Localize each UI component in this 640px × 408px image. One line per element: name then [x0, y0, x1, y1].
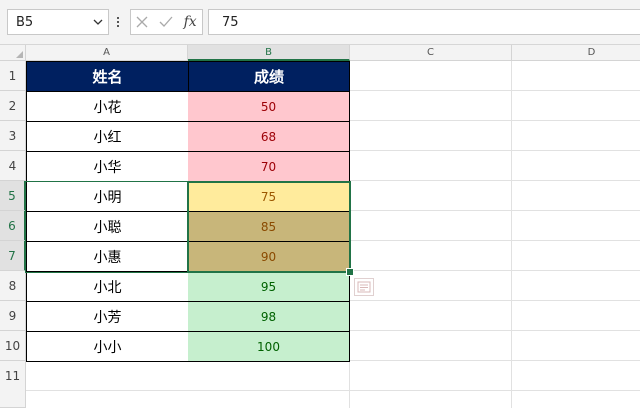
more-options-icon[interactable] — [113, 12, 123, 32]
name-cell[interactable]: 小惠 — [26, 242, 189, 272]
column-header-a[interactable]: A — [26, 45, 188, 61]
score-cell[interactable]: 95 — [188, 272, 350, 302]
insert-function-button[interactable]: fx — [184, 14, 197, 30]
row-header-4[interactable]: 4 — [0, 151, 26, 181]
score-cell[interactable]: 90 — [188, 242, 350, 272]
row-header-6[interactable]: 6 — [0, 211, 26, 241]
name-cell[interactable]: 小红 — [26, 122, 189, 152]
column-header-b[interactable]: B — [188, 45, 350, 61]
row-header-5[interactable]: 5 — [0, 181, 26, 211]
score-cell-active[interactable]: 75 — [188, 182, 350, 212]
worksheet-grid: A B C D 1 2 3 4 5 6 7 8 9 10 11 姓名 成绩 小花… — [0, 45, 640, 408]
name-cell[interactable]: 小聪 — [26, 212, 189, 242]
score-cell[interactable]: 50 — [188, 92, 350, 122]
enter-check-icon[interactable] — [159, 13, 173, 32]
gridline — [26, 390, 640, 391]
formula-input[interactable]: 75 — [208, 9, 640, 35]
name-box[interactable]: B5 — [7, 9, 109, 35]
fill-handle[interactable] — [346, 268, 354, 276]
cancel-icon[interactable] — [136, 13, 148, 32]
score-cell[interactable]: 70 — [188, 152, 350, 182]
name-cell[interactable]: 小北 — [26, 272, 189, 302]
column-header-c[interactable]: C — [350, 45, 512, 61]
score-cell[interactable]: 85 — [188, 212, 350, 242]
header-cell-name[interactable]: 姓名 — [26, 61, 189, 92]
row-header-11[interactable]: 11 — [0, 361, 26, 408]
header-cell-score[interactable]: 成绩 — [188, 61, 350, 92]
formula-bar: B5 fx 75 — [0, 0, 640, 45]
formula-buttons: fx — [130, 9, 203, 35]
column-header-d[interactable]: D — [512, 45, 640, 61]
name-cell[interactable]: 小花 — [26, 92, 189, 122]
name-cell[interactable]: 小华 — [26, 152, 189, 182]
gridline — [511, 61, 512, 408]
chevron-down-icon[interactable] — [88, 19, 108, 25]
score-cell[interactable]: 98 — [188, 302, 350, 332]
row-header-9[interactable]: 9 — [0, 301, 26, 331]
name-box-value: B5 — [16, 14, 34, 30]
formula-value: 75 — [222, 14, 239, 30]
select-all-button[interactable] — [0, 45, 26, 61]
row-header-3[interactable]: 3 — [0, 121, 26, 151]
row-header-1[interactable]: 1 — [0, 61, 26, 91]
name-cell[interactable]: 小芳 — [26, 302, 189, 332]
score-cell[interactable]: 68 — [188, 122, 350, 152]
row-header-8[interactable]: 8 — [0, 271, 26, 301]
name-cell[interactable]: 小明 — [26, 182, 189, 212]
name-cell[interactable]: 小小 — [26, 332, 189, 362]
score-cell[interactable]: 100 — [188, 332, 350, 362]
row-header-2[interactable]: 2 — [0, 91, 26, 121]
quick-analysis-icon[interactable] — [354, 278, 374, 296]
row-header-10[interactable]: 10 — [0, 331, 26, 361]
row-header-7[interactable]: 7 — [0, 241, 26, 271]
